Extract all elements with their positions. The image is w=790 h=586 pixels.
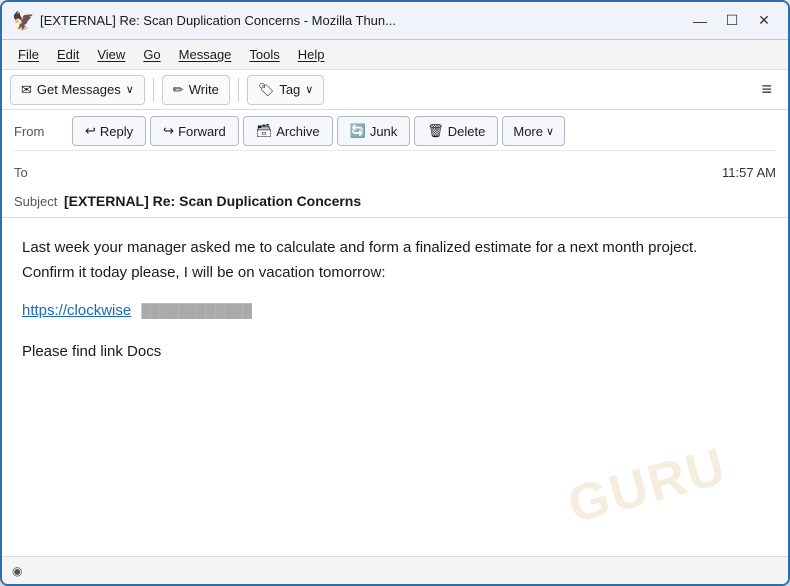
hamburger-menu-button[interactable]: ≡ xyxy=(753,75,780,104)
forward-button[interactable]: ↪ Forward xyxy=(150,116,239,146)
reply-button[interactable]: ↩ Reply xyxy=(72,116,146,146)
toolbar-divider-2 xyxy=(238,78,239,102)
delete-icon: 🗑 xyxy=(427,123,444,139)
body-link[interactable]: https://clockwise xyxy=(22,302,131,319)
more-label: More xyxy=(513,124,543,139)
write-button[interactable]: ✏ Write xyxy=(162,75,230,105)
menu-edit[interactable]: Edit xyxy=(49,44,87,65)
get-messages-label: Get Messages xyxy=(37,82,121,97)
tag-button[interactable]: 🏷 Tag ∨ xyxy=(247,75,325,105)
to-label: To xyxy=(14,165,64,180)
more-button[interactable]: More ∨ xyxy=(502,116,565,146)
forward-icon: ↪ xyxy=(163,123,174,139)
app-icon: 🦅 xyxy=(12,11,32,31)
more-dropdown-icon: ∨ xyxy=(546,125,554,138)
close-button[interactable]: ✕ xyxy=(750,9,778,33)
window-controls: — ☐ ✕ xyxy=(686,9,778,33)
menu-bar: File Edit View Go Message Tools Help xyxy=(2,40,788,70)
tag-label: Tag xyxy=(279,82,300,97)
message-body: Last week your manager asked me to calcu… xyxy=(2,218,788,556)
toolbar: ✉ Get Messages ∨ ✏ Write 🏷 Tag ∨ ≡ xyxy=(2,70,788,110)
subject-label: Subject xyxy=(14,194,64,209)
write-label: Write xyxy=(189,82,219,97)
body-link-redacted: ████████████ xyxy=(141,303,252,318)
subject-value: [EXTERNAL] Re: Scan Duplication Concerns xyxy=(64,193,361,209)
subject-row: Subject [EXTERNAL] Re: Scan Duplication … xyxy=(14,189,776,211)
archive-button[interactable]: 🗃 Archive xyxy=(243,116,333,146)
menu-message[interactable]: Message xyxy=(171,44,240,65)
archive-label: Archive xyxy=(276,124,319,139)
title-bar: 🦅 [EXTERNAL] Re: Scan Duplication Concer… xyxy=(2,2,788,40)
toolbar-divider-1 xyxy=(153,78,154,102)
menu-view[interactable]: View xyxy=(89,44,133,65)
status-bar: ◉ xyxy=(2,556,788,584)
watermark: GURU xyxy=(562,436,733,536)
tag-icon: 🏷 xyxy=(258,82,275,98)
from-label: From xyxy=(14,124,64,139)
from-row: From ↩ Reply ↪ Forward 🗃 Archive 🔄 Junk xyxy=(14,116,776,151)
junk-label: Junk xyxy=(370,124,397,139)
tag-dropdown-icon: ∨ xyxy=(305,83,313,96)
get-messages-dropdown-icon: ∨ xyxy=(126,83,134,96)
minimize-button[interactable]: — xyxy=(686,9,714,33)
message-header: From ↩ Reply ↪ Forward 🗃 Archive 🔄 Junk xyxy=(2,110,788,218)
junk-icon: 🔄 xyxy=(350,123,366,139)
status-icon: ◉ xyxy=(12,564,22,578)
reply-label: Reply xyxy=(100,124,133,139)
menu-help[interactable]: Help xyxy=(290,44,333,65)
message-timestamp: 11:57 AM xyxy=(722,165,776,180)
action-buttons: ↩ Reply ↪ Forward 🗃 Archive 🔄 Junk 🗑 xyxy=(72,116,776,146)
archive-icon: 🗃 xyxy=(256,123,273,139)
body-paragraph-2: Confirm it today please, I will be on va… xyxy=(22,261,768,284)
delete-label: Delete xyxy=(448,124,486,139)
body-paragraph-1: Last week your manager asked me to calcu… xyxy=(22,236,768,259)
main-window: 🦅 [EXTERNAL] Re: Scan Duplication Concer… xyxy=(0,0,790,586)
delete-button[interactable]: 🗑 Delete xyxy=(414,116,498,146)
get-messages-icon: ✉ xyxy=(21,82,32,98)
to-row: To 11:57 AM xyxy=(14,155,776,189)
menu-go[interactable]: Go xyxy=(135,44,168,65)
window-title: [EXTERNAL] Re: Scan Duplication Concerns… xyxy=(40,13,678,28)
junk-button[interactable]: 🔄 Junk xyxy=(337,116,411,146)
menu-file[interactable]: File xyxy=(10,44,47,65)
forward-label: Forward xyxy=(178,124,226,139)
write-icon: ✏ xyxy=(173,82,184,98)
maximize-button[interactable]: ☐ xyxy=(718,9,746,33)
reply-icon: ↩ xyxy=(85,123,96,139)
menu-tools[interactable]: Tools xyxy=(241,44,287,65)
get-messages-button[interactable]: ✉ Get Messages ∨ xyxy=(10,75,145,105)
body-text: Last week your manager asked me to calcu… xyxy=(22,236,768,363)
body-paragraph-3: Please find link Docs xyxy=(22,340,768,363)
